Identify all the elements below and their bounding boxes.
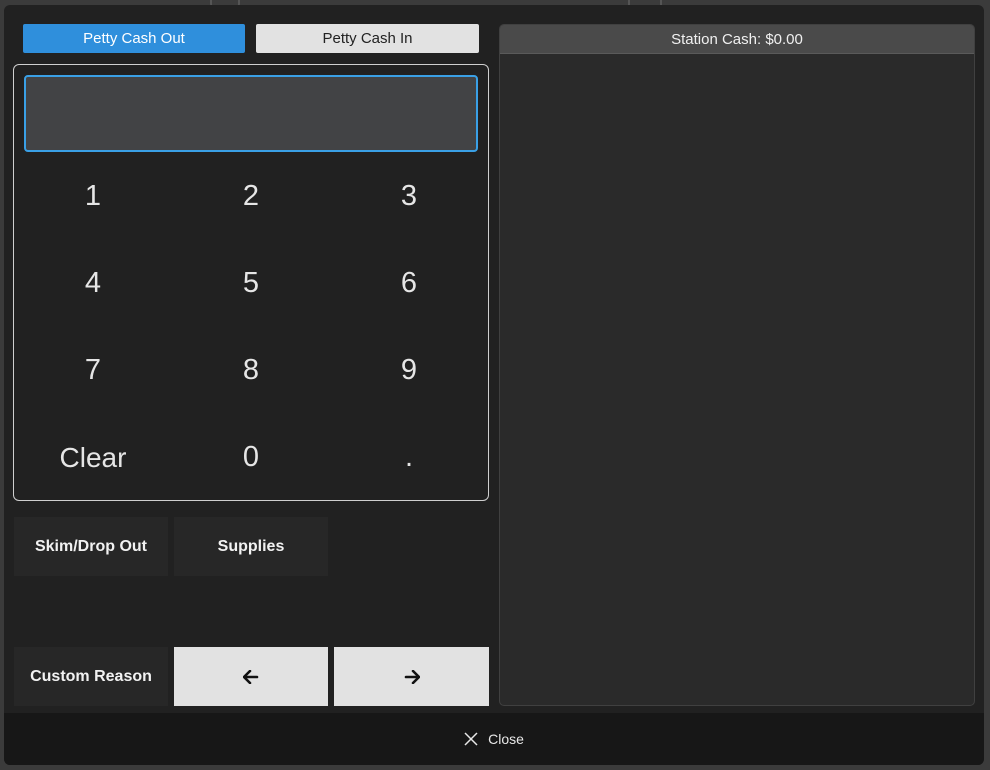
- amount-input[interactable]: [24, 75, 478, 152]
- arrow-left-icon: [243, 669, 259, 684]
- key-3[interactable]: 3: [330, 153, 488, 240]
- station-cash-header: Station Cash: $0.00: [500, 25, 974, 54]
- arrow-right-icon: [404, 669, 420, 684]
- close-label: Close: [488, 731, 524, 747]
- petty-cash-dialog: Petty Cash Out Petty Cash In 1 2 3 4 5 6…: [4, 5, 984, 765]
- key-7[interactable]: 7: [14, 327, 172, 414]
- key-6[interactable]: 6: [330, 240, 488, 327]
- close-x-icon: [464, 732, 478, 746]
- key-1[interactable]: 1: [14, 153, 172, 240]
- reason-skim-drop-out-button[interactable]: Skim/Drop Out: [14, 517, 168, 576]
- petty-cash-out-tab[interactable]: Petty Cash Out: [23, 24, 245, 53]
- key-4[interactable]: 4: [14, 240, 172, 327]
- number-keypad: 1 2 3 4 5 6 7 8 9 Clear 0 .: [14, 153, 488, 501]
- next-page-button[interactable]: [334, 647, 489, 706]
- station-cash-panel: Station Cash: $0.00: [499, 24, 975, 706]
- key-0[interactable]: 0: [172, 414, 330, 501]
- close-button[interactable]: Close: [464, 731, 524, 747]
- custom-reason-button[interactable]: Custom Reason: [14, 647, 168, 706]
- petty-cash-in-tab[interactable]: Petty Cash In: [256, 24, 479, 53]
- key-2[interactable]: 2: [172, 153, 330, 240]
- key-5[interactable]: 5: [172, 240, 330, 327]
- keypad-panel: 1 2 3 4 5 6 7 8 9 Clear 0 .: [13, 64, 489, 501]
- key-8[interactable]: 8: [172, 327, 330, 414]
- key-decimal[interactable]: .: [330, 414, 488, 501]
- key-9[interactable]: 9: [330, 327, 488, 414]
- dialog-footer: Close: [4, 713, 984, 765]
- reason-supplies-button[interactable]: Supplies: [174, 517, 328, 576]
- previous-page-button[interactable]: [174, 647, 328, 706]
- key-clear[interactable]: Clear: [14, 414, 172, 501]
